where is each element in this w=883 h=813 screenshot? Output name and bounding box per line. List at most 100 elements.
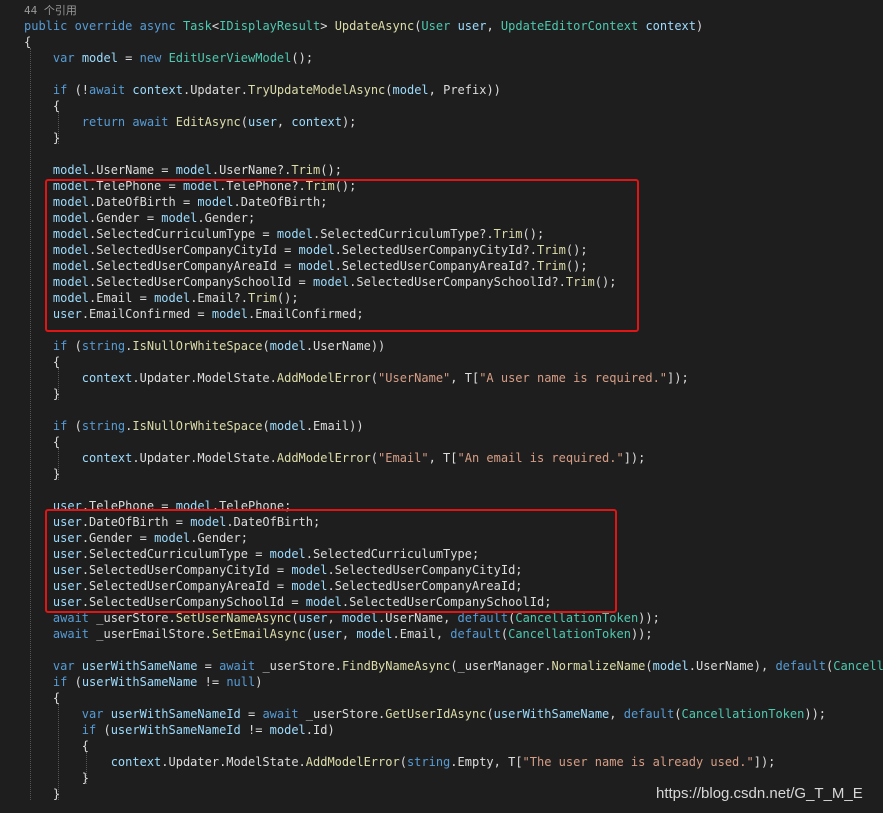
code-token: (: [370, 371, 379, 385]
code-token: Cancellatio: [833, 659, 883, 673]
code-token: user: [313, 627, 342, 641]
code-token: ));: [804, 707, 827, 721]
code-token: IsNullOrWhiteSpace: [132, 419, 263, 433]
highlight-box-user-assignments: [45, 509, 617, 613]
indent-guide-if-block: [58, 368, 59, 400]
code-line[interactable]: model.UserName = model.UserName?.Trim();: [24, 162, 342, 178]
code-token: userWithSameName: [81, 659, 198, 673]
code-token: context: [291, 115, 342, 129]
code-line[interactable]: {: [24, 738, 89, 754]
code-line[interactable]: if (string.IsNullOrWhiteSpace(model.Emai…: [24, 418, 364, 434]
code-token: return: [81, 115, 126, 129]
code-token: user: [248, 115, 277, 129]
indent-guide-if-block: [58, 112, 59, 144]
code-token: model: [175, 163, 212, 177]
code-line[interactable]: var model = new EditUserViewModel();: [24, 50, 313, 66]
code-token: (: [370, 451, 379, 465]
code-token: GetUserIdAsync: [385, 707, 487, 721]
code-line[interactable]: }: [24, 770, 89, 786]
code-token: (: [291, 611, 299, 625]
code-token: model: [341, 611, 379, 625]
code-token: (_userManager.: [450, 659, 552, 673]
code-token: string: [81, 339, 126, 353]
code-token: userWithSameName: [81, 675, 198, 689]
code-line[interactable]: if (string.IsNullOrWhiteSpace(model.User…: [24, 338, 385, 354]
code-line[interactable]: if (!await context.Updater.TryUpdateMode…: [24, 82, 501, 98]
indent-guide-method: [30, 48, 31, 800]
code-line[interactable]: context.Updater.ModelState.AddModelError…: [24, 450, 646, 466]
code-line[interactable]: var userWithSameNameId = await _userStor…: [24, 706, 826, 722]
code-line[interactable]: context.Updater.ModelState.AddModelError…: [24, 370, 689, 386]
code-line[interactable]: if (userWithSameNameId != model.Id): [24, 722, 335, 738]
code-token: model: [269, 723, 306, 737]
code-token: {: [24, 739, 90, 753]
code-token: .Email,: [392, 627, 451, 641]
codelens-references[interactable]: 44 个引用: [24, 3, 77, 19]
code-token: );: [341, 115, 357, 129]
code-token: NormalizeName: [551, 659, 646, 673]
code-token: var: [52, 51, 75, 65]
code-token: await: [52, 627, 90, 641]
code-line[interactable]: await _userEmailStore.SetEmailAsync(user…: [24, 626, 653, 642]
code-token: .UserName?.: [211, 163, 292, 177]
code-token: ();: [291, 51, 314, 65]
code-editor[interactable]: 44 个引用 public override async Task<IDispl…: [0, 0, 883, 813]
code-token: .UserName =: [89, 163, 176, 177]
code-token: AddModelError: [305, 755, 400, 769]
code-token: "Email": [378, 451, 429, 465]
code-token: string: [81, 419, 126, 433]
code-token: context: [132, 83, 183, 97]
code-line[interactable]: if (userWithSameName != null): [24, 674, 263, 690]
code-line[interactable]: public override async Task<IDisplayResul…: [24, 18, 703, 34]
code-token: (: [240, 115, 249, 129]
code-token: await: [89, 83, 126, 97]
code-token: new: [139, 51, 162, 65]
code-token: ]);: [667, 371, 689, 385]
code-token: model: [356, 627, 393, 641]
code-line[interactable]: var userWithSameName = await _userStore.…: [24, 658, 883, 674]
code-token: AddModelError: [276, 371, 371, 385]
code-token: userWithSameNameId: [110, 707, 241, 721]
code-token: FindByNameAsync: [341, 659, 451, 673]
code-token: , Prefix)): [428, 83, 501, 97]
code-token: (: [96, 723, 111, 737]
code-token: model: [652, 659, 689, 673]
code-token: =: [117, 51, 140, 65]
indent-guide-if-block: [58, 448, 59, 480]
code-token: CancellationToken: [508, 627, 631, 641]
code-token: UpdateEditorContext: [500, 19, 639, 33]
code-token: AddModelError: [276, 451, 371, 465]
code-token: .Updater.ModelState.: [161, 755, 306, 769]
code-token: (: [305, 627, 314, 641]
code-token: default: [457, 611, 509, 625]
code-token: SetUserNameAsync: [175, 611, 292, 625]
code-token: Trim: [291, 163, 321, 177]
code-token: IDisplayResult: [219, 19, 321, 33]
code-token: Task: [182, 19, 212, 33]
watermark-text: https://blog.csdn.net/G_T_M_E: [656, 785, 863, 802]
indent-guide-if-block: [58, 704, 59, 800]
code-token: ,: [341, 627, 357, 641]
code-token: .UserName)): [305, 339, 386, 353]
code-token: context: [645, 19, 697, 33]
code-token: EditAsync: [175, 115, 241, 129]
code-token: (: [674, 707, 682, 721]
code-token: string: [406, 755, 451, 769]
code-token: (: [486, 707, 494, 721]
code-token: .Email)): [305, 419, 364, 433]
code-token: null: [226, 675, 256, 689]
code-token: model: [269, 339, 306, 353]
code-line[interactable]: context.Updater.ModelState.AddModelError…: [24, 754, 776, 770]
code-line[interactable]: return await EditAsync(user, context);: [24, 114, 357, 130]
code-token: ));: [638, 611, 660, 625]
code-token: , T[: [428, 451, 458, 465]
